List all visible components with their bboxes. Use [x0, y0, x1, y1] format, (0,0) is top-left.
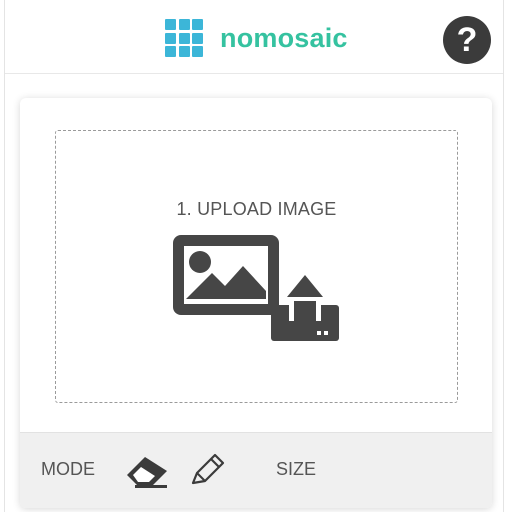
editor-card: 1. UPLOAD IMAGE MODE SIZE — [20, 98, 492, 508]
mosaic-grid-icon — [165, 19, 203, 57]
app-frame: nomosaic ? 1. UPLOAD IMAGE MODE SIZE — [4, 0, 504, 512]
image-upload-icon — [173, 235, 339, 341]
pencil-icon[interactable] — [187, 449, 227, 489]
mode-label: MODE — [41, 459, 95, 479]
logo-text: nomosaic — [220, 23, 348, 53]
upload-label: 1. UPLOAD IMAGE — [176, 199, 337, 219]
header: nomosaic ? — [5, 0, 503, 74]
eraser-icon[interactable] — [123, 451, 171, 491]
size-label: SIZE — [276, 459, 317, 479]
upload-dropzone[interactable]: 1. UPLOAD IMAGE — [55, 130, 458, 403]
toolbar: MODE SIZE — [20, 432, 492, 508]
logo: nomosaic — [165, 19, 348, 57]
help-button[interactable]: ? — [443, 16, 491, 64]
question-icon: ? — [456, 20, 478, 59]
